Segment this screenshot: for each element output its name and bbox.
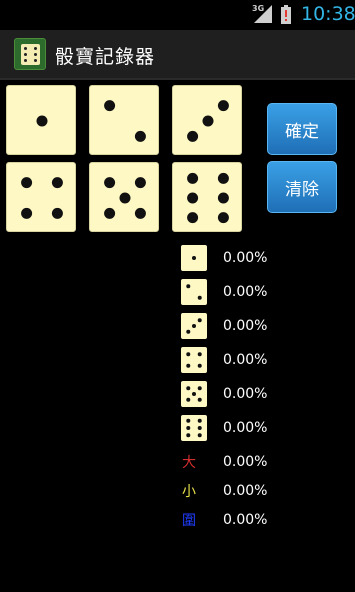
mini-die-1-icon — [181, 245, 207, 271]
stat-value: 0.00% — [223, 420, 268, 436]
die-pip — [197, 426, 202, 430]
die-pip — [134, 130, 146, 142]
die-pip — [217, 100, 229, 112]
die-pip — [104, 177, 116, 189]
die-pip — [197, 295, 202, 300]
stat-value: 0.00% — [223, 284, 268, 300]
die-button-1[interactable] — [6, 85, 76, 155]
die-pip — [197, 386, 202, 391]
action-bar: 骰寶記錄器 — [0, 30, 355, 80]
die-pip — [197, 318, 202, 323]
mini-die-5-icon — [181, 381, 207, 407]
die-pip — [187, 212, 199, 224]
stat-value: 0.00% — [223, 454, 268, 470]
small-label: 小 — [182, 484, 196, 500]
die-pip — [51, 207, 63, 219]
die-face-4-icon — [21, 177, 63, 219]
die-pip — [51, 177, 63, 189]
battery-alert-icon — [281, 5, 291, 24]
stat-row-face-6: 0.00% — [180, 415, 355, 441]
die-pip — [186, 352, 191, 357]
die-pip — [192, 392, 196, 396]
die-pip — [186, 386, 191, 391]
stat-row-big: 大 0.00% — [180, 449, 355, 475]
die-pip — [186, 363, 191, 368]
mini-die-4-icon — [181, 347, 207, 373]
stat-value: 0.00% — [223, 250, 268, 266]
die-pip — [217, 212, 229, 224]
die-pip — [186, 284, 191, 289]
stat-row-face-4: 0.00% — [180, 347, 355, 373]
die-face-2-icon — [104, 100, 146, 142]
die-pip — [197, 363, 202, 368]
die-pip — [217, 172, 229, 184]
die-pip — [186, 397, 191, 402]
die-button-6[interactable] — [172, 162, 242, 232]
die-pip — [197, 433, 202, 438]
die-face-1-icon — [36, 115, 48, 127]
mini-die-6-icon — [181, 415, 207, 441]
die-pip — [192, 256, 196, 260]
signal-icon — [254, 5, 272, 23]
die-button-4[interactable] — [6, 162, 76, 232]
die-pip — [119, 192, 131, 204]
die-pip — [186, 426, 191, 430]
die-pip — [197, 418, 202, 423]
die-face-6-icon — [187, 172, 229, 224]
confirm-button[interactable]: 確定 — [267, 103, 337, 155]
stat-value: 0.00% — [223, 352, 268, 368]
mini-die-3-icon — [181, 313, 207, 339]
stat-row-face-3: 0.00% — [180, 313, 355, 339]
clear-button[interactable]: 清除 — [267, 161, 337, 213]
die-button-3[interactable] — [172, 85, 242, 155]
die-pip — [36, 115, 48, 127]
die-pip — [134, 177, 146, 189]
die-pip — [197, 352, 202, 357]
stat-value: 0.00% — [223, 386, 268, 402]
die-pip — [187, 172, 199, 184]
stat-value: 0.00% — [223, 483, 268, 499]
stat-row-face-1: 0.00% — [180, 245, 355, 271]
dice-app-icon[interactable] — [14, 38, 46, 70]
die-pip — [187, 192, 199, 204]
die-pip — [217, 192, 229, 204]
mini-die-2-icon — [181, 279, 207, 305]
die-face-3-icon — [187, 100, 229, 142]
stat-value: 0.00% — [223, 318, 268, 334]
die-pip — [202, 115, 214, 127]
die-pip — [104, 207, 116, 219]
die-button-2[interactable] — [89, 85, 159, 155]
die-pip — [21, 207, 33, 219]
die-pip — [104, 100, 116, 112]
die-pip — [186, 433, 191, 438]
die-button-5[interactable] — [89, 162, 159, 232]
triple-label: 圍 — [182, 513, 196, 529]
stat-row-face-5: 0.00% — [180, 381, 355, 407]
big-label: 大 — [182, 455, 196, 471]
die-pip — [134, 207, 146, 219]
stat-value: 0.00% — [223, 512, 268, 528]
status-bar: 3G 10:38 — [0, 0, 355, 30]
stat-row-small: 小 0.00% — [180, 478, 355, 504]
die-pip — [21, 177, 33, 189]
die-face-5-icon — [104, 177, 146, 219]
app-title: 骰寶記錄器 — [55, 46, 156, 68]
stat-row-triple: 圍 0.00% — [180, 507, 355, 533]
die-pip — [187, 130, 199, 142]
die-pip — [197, 397, 202, 402]
die-pip — [186, 329, 191, 334]
stat-row-face-2: 0.00% — [180, 279, 355, 305]
clock: 10:38 — [301, 3, 355, 25]
die-pip — [186, 418, 191, 423]
die-pip — [192, 324, 196, 328]
